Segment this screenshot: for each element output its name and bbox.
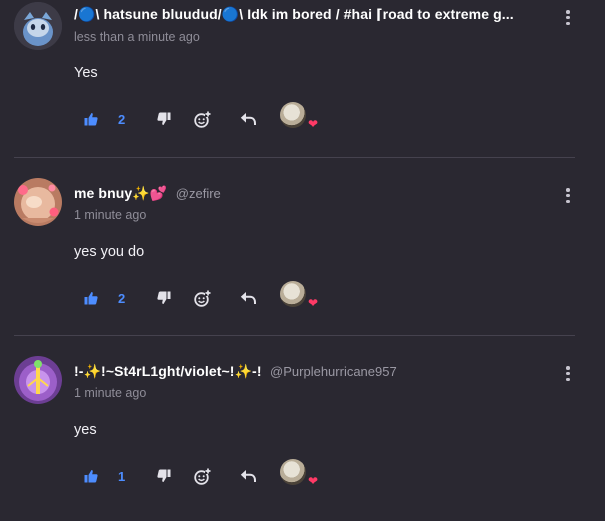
author-handle[interactable]: @zefire [176, 186, 221, 201]
reply-button[interactable] [240, 465, 256, 487]
add-reaction-icon [194, 289, 211, 307]
heart-icon: ❤ [308, 296, 319, 310]
avatar[interactable] [14, 178, 62, 226]
timestamp: 1 minute ago [74, 208, 147, 222]
add-reaction-icon [194, 110, 211, 128]
like-button[interactable]: 1 [84, 465, 125, 487]
avatar-image [14, 356, 62, 404]
reply-button[interactable] [240, 108, 256, 130]
author-name[interactable]: /🔵\ hatsune bluudud/🔵\ Idk im bored / #h… [74, 6, 514, 22]
timestamp: less than a minute ago [74, 30, 200, 44]
reactor-avatar[interactable] [280, 459, 306, 485]
add-reaction-button[interactable] [194, 465, 211, 487]
reactor-avatar[interactable] [280, 102, 306, 128]
avatar-image [14, 178, 62, 226]
comment-text: Yes [74, 65, 98, 81]
heart-icon: ❤ [308, 474, 319, 488]
comment-header: !-✨!~St4rL1ght/violet~!✨-! @Purplehurric… [74, 363, 561, 387]
add-reaction-button[interactable] [194, 287, 211, 309]
like-button[interactable]: 2 [84, 108, 125, 130]
thumbs-down-icon [157, 469, 171, 482]
dislike-button[interactable] [157, 465, 171, 487]
reply-icon [240, 113, 256, 125]
thumbs-down-icon [157, 112, 171, 125]
author-name[interactable]: !-✨!~St4rL1ght/violet~!✨-! [74, 363, 262, 379]
author-handle[interactable]: @Purplehurricane957 [270, 364, 397, 379]
reactor-avatar[interactable] [280, 281, 306, 307]
more-options-icon[interactable] [565, 188, 571, 206]
add-reaction-button[interactable] [194, 108, 211, 130]
thumbs-up-icon [84, 470, 98, 483]
divider [14, 335, 575, 336]
like-button[interactable]: 2 [84, 287, 125, 309]
comment-text: yes you do [74, 244, 145, 260]
thumbs-up-icon [84, 292, 98, 305]
heart-icon: ❤ [308, 117, 319, 131]
divider [14, 157, 575, 158]
avatar-image [14, 2, 62, 50]
comment-text: yes [74, 422, 97, 438]
avatar[interactable] [14, 2, 62, 50]
thumbs-up-icon [84, 113, 98, 126]
like-count: 1 [118, 468, 126, 484]
add-reaction-icon [194, 467, 211, 485]
avatar[interactable] [14, 356, 62, 404]
timestamp: 1 minute ago [74, 386, 147, 400]
comment-header: /🔵\ hatsune bluudud/🔵\ Idk im bored / #h… [74, 6, 561, 30]
reply-button[interactable] [240, 287, 256, 309]
more-options-icon[interactable] [565, 366, 571, 384]
author-name[interactable]: me bnuy✨💕 [74, 185, 167, 201]
more-options-icon[interactable] [565, 10, 571, 28]
dislike-button[interactable] [157, 287, 171, 309]
reply-icon [240, 292, 256, 304]
reply-icon [240, 470, 256, 482]
thumbs-down-icon [157, 291, 171, 304]
like-count: 2 [118, 290, 126, 306]
comment-header: me bnuy✨💕 @zefire [74, 185, 561, 209]
like-count: 2 [118, 111, 126, 127]
dislike-button[interactable] [157, 108, 171, 130]
